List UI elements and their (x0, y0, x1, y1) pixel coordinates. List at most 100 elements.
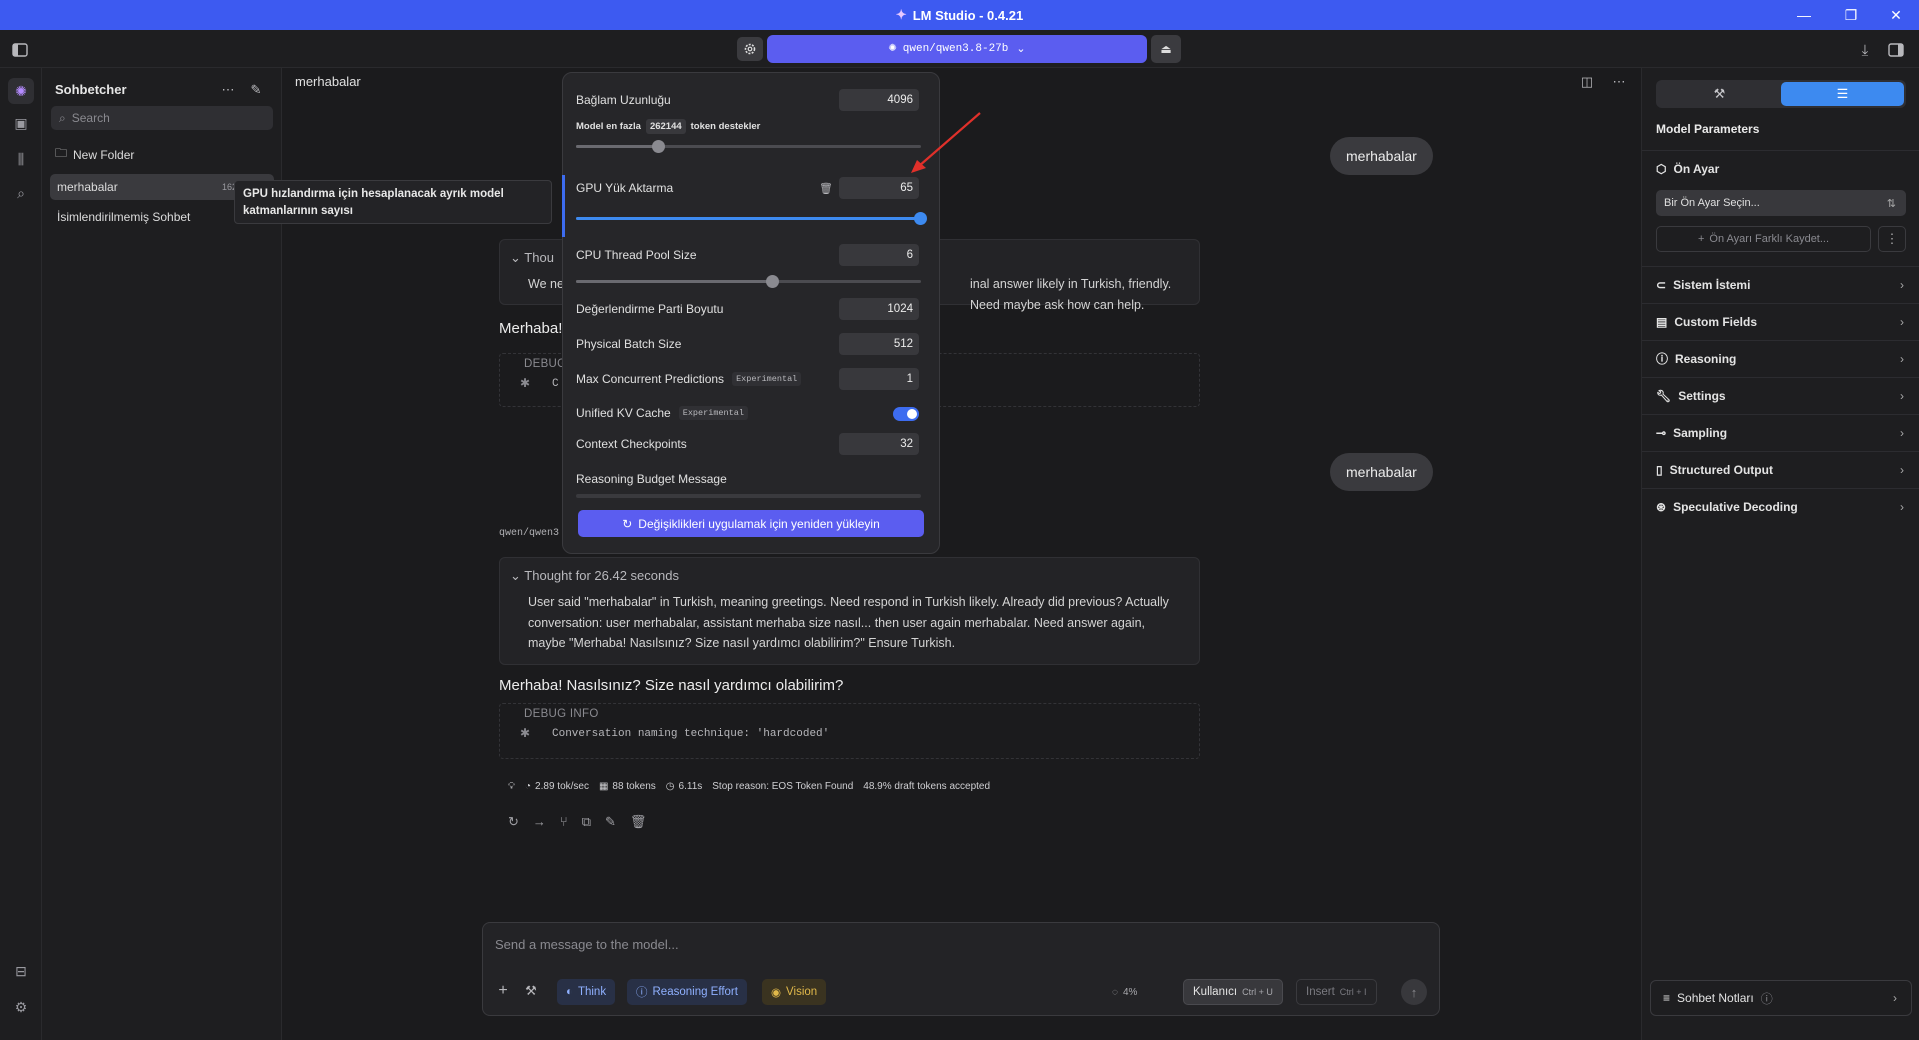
preset-select[interactable]: Bir Ön Ayar Seçin... ⇅ (1656, 190, 1906, 216)
copy-icon[interactable]: ⧉ (582, 814, 591, 830)
cpu-thread-input[interactable]: 6 (839, 244, 919, 266)
gen-time: ◷ 6.11s (665, 781, 703, 792)
reasoning-budget-field[interactable] (576, 494, 921, 498)
insert-button[interactable]: Insert Ctrl + I (1296, 979, 1377, 1005)
sampling-icon: ⊸ (1656, 425, 1667, 440)
role-user-button[interactable]: Kullanıcı Ctrl + U (1183, 979, 1283, 1005)
context-length-input[interactable]: 4096 (839, 89, 919, 111)
info-icon: ⓘ (636, 987, 648, 999)
regenerate-icon[interactable]: ↻ (508, 814, 519, 830)
thought-block-2[interactable]: ⌄ Thought for 26.42 seconds User said "m… (499, 557, 1200, 665)
gpu-offload-input[interactable]: 65 (839, 177, 919, 199)
preset-more-icon[interactable]: ⋮ (1878, 226, 1906, 252)
thought-header: ⌄ Thought for 26.42 seconds (510, 568, 679, 583)
unified-kv-label: Unified KV Cache (576, 406, 671, 420)
new-folder-button[interactable]: 🗀 New Folder (55, 144, 134, 165)
cpu-thread-slider[interactable] (576, 275, 921, 288)
search-icon: ⌕ (59, 110, 66, 125)
lmstudio-logo-icon: ✦ (895, 7, 907, 22)
lightbulb-icon: 💡︎ (508, 781, 515, 792)
tools-hammer-icon[interactable]: ⚒ (521, 981, 541, 1001)
cube-icon: ⬡ (1656, 161, 1667, 176)
chevron-right-icon: › (1900, 388, 1904, 403)
attach-plus-icon[interactable]: + (493, 981, 513, 1001)
assistant-answer-1: Merhaba! (499, 320, 563, 337)
eval-batch-input[interactable]: 1024 (839, 298, 919, 320)
unified-kv-toggle[interactable] (893, 407, 919, 421)
tab-parameters-sliders-icon[interactable]: ☰ (1781, 82, 1904, 106)
settings-gear-icon[interactable]: ⚙ (8, 994, 34, 1020)
chat-more-icon[interactable]: ⋯ (1609, 72, 1629, 92)
vision-toggle[interactable]: ◉ Vision (762, 979, 827, 1005)
hardware-icon[interactable]: ⊟ (8, 958, 34, 984)
section-settings[interactable]: 🔧︎ Settings › (1642, 377, 1919, 413)
slider-knob[interactable] (914, 212, 927, 225)
window-title: LM Studio - 0.4.21 (912, 7, 1024, 23)
section-structured-output[interactable]: ▯ Structured Output › (1642, 451, 1919, 487)
toggle-right-panel-icon[interactable] (1884, 38, 1908, 62)
save-preset-as-button[interactable]: + Ön Ayarı Farklı Kaydet... (1656, 226, 1871, 252)
branch-icon[interactable]: ⑂ (560, 814, 568, 830)
send-arrow-icon[interactable]: ↑ (1401, 979, 1427, 1005)
reload-icon: ↻ (622, 516, 633, 531)
section-speculative-decoding[interactable]: ⊛ Speculative Decoding › (1642, 488, 1919, 524)
model-load-settings-popup: Bağlam Uzunluğu 4096 Model en fazla 2621… (562, 72, 940, 554)
think-toggle[interactable]: ◐ Think (557, 979, 616, 1005)
search-placeholder: Search (71, 111, 110, 125)
bug-icon: ✱ (520, 726, 531, 740)
thought-body: User said "merhabalar" in Turkish, meani… (528, 595, 1169, 650)
continue-icon[interactable]: → (533, 814, 546, 830)
more-options-icon[interactable]: ⋯ (218, 80, 238, 100)
context-length-slider[interactable] (576, 140, 921, 153)
minimize-icon[interactable]: — (1781, 0, 1827, 30)
tokens-icon: ▦ (598, 781, 609, 792)
eject-model-button[interactable]: ⏏ (1151, 35, 1181, 63)
chevron-right-icon: › (1900, 499, 1904, 514)
trash-icon[interactable]: 🗑︎ (819, 181, 833, 195)
new-chat-icon[interactable]: ✎ (246, 80, 266, 100)
section-system-prompt[interactable]: ⊂ Sistem İstemi › (1642, 266, 1919, 302)
section-custom-fields[interactable]: ▤ Custom Fields › (1642, 303, 1919, 339)
edit-icon[interactable]: ✎ (605, 814, 616, 830)
context-checkpoints-input[interactable]: 32 (839, 433, 919, 455)
chevron-right-icon: › (1900, 314, 1904, 329)
models-library-icon[interactable]: ⫼ (8, 146, 34, 172)
chevron-right-icon: › (1900, 462, 1904, 477)
chat-icon[interactable]: ✺ (8, 78, 34, 104)
search-input[interactable]: ⌕ Search (51, 106, 273, 130)
terminal-icon[interactable]: ▣ (8, 110, 34, 136)
close-icon[interactable]: ✕ (1873, 0, 1919, 30)
speculative-icon: ⊛ (1656, 499, 1667, 514)
toggle-sidebar-icon[interactable] (8, 38, 32, 62)
reasoning-effort-button[interactable]: ⓘ Reasoning Effort (627, 979, 747, 1005)
chat-item-label: merhabalar (57, 180, 118, 194)
download-icon[interactable]: ⤓ (1853, 38, 1877, 62)
model-selector[interactable]: ✺ qwen/qwen3.8-27b ⌄ (767, 35, 1147, 63)
thought-body-right: inal answer likely in Turkish, friendly.… (970, 277, 1172, 312)
preset-heading: ⬡ Ön Ayar (1642, 150, 1919, 186)
discover-icon[interactable]: ⌕ (8, 180, 34, 206)
tab-tools-hammer-icon[interactable]: ⚒ (1658, 82, 1781, 106)
debug-code: Conversation naming technique: 'hardcode… (552, 728, 830, 740)
section-reasoning[interactable]: ⓘ Reasoning › (1642, 340, 1919, 376)
slider-knob[interactable] (652, 140, 665, 153)
load-settings-gear-button[interactable] (737, 37, 763, 61)
message-input-placeholder[interactable]: Send a message to the model... (495, 937, 679, 952)
split-view-icon[interactable]: ◫ (1577, 72, 1597, 92)
section-sampling[interactable]: ⊸ Sampling › (1642, 414, 1919, 450)
chevron-down-icon: ⌄ (510, 250, 521, 265)
physical-batch-input[interactable]: 512 (839, 333, 919, 355)
context-max-note: Model en fazla 262144 token destekler (576, 119, 761, 134)
gpu-offload-slider[interactable] (576, 212, 927, 225)
thought-header: ⌄ Thou (510, 250, 554, 265)
reload-apply-button[interactable]: ↻ Değişiklikleri uygulamak için yeniden … (578, 510, 924, 537)
annotation-arrow-icon (911, 112, 981, 173)
restore-icon[interactable]: ❐ (1828, 0, 1874, 30)
max-concurrent-input[interactable]: 1 (839, 368, 919, 390)
message-composer[interactable]: Send a message to the model... + ⚒ ◐ Thin… (482, 922, 1440, 1016)
title-bar: ✦ LM Studio - 0.4.21 (0, 0, 1919, 30)
eye-icon: ◉ (771, 987, 782, 999)
slider-knob[interactable] (766, 275, 779, 288)
chat-notes-button[interactable]: ≡ Sohbet Notları ⓘ › (1650, 980, 1912, 1016)
delete-icon[interactable]: 🗑︎ (630, 814, 647, 830)
